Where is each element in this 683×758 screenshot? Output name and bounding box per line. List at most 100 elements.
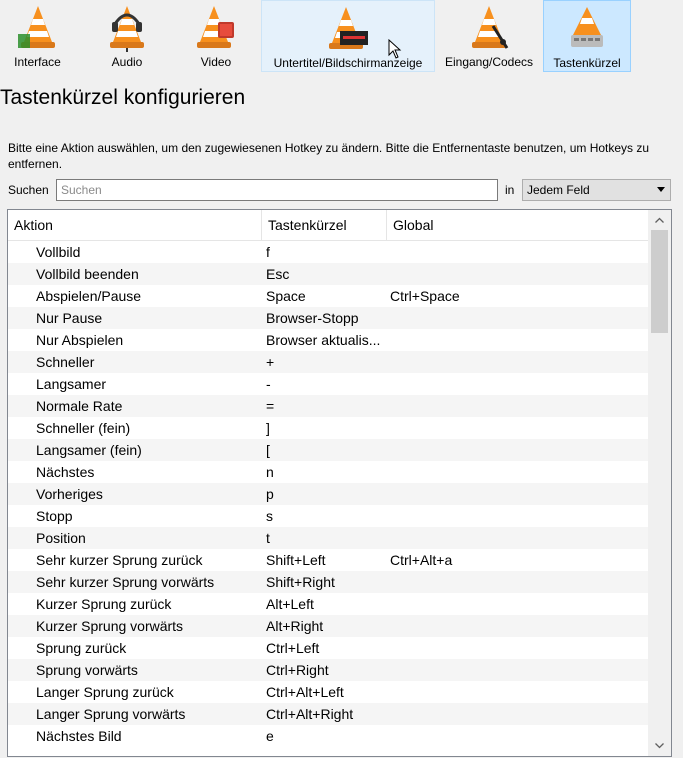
scrollbar-thumb[interactable]: [651, 230, 668, 333]
row-action: Nächstes Bild: [36, 728, 122, 744]
row-hotkey: [: [266, 442, 270, 458]
table-row[interactable]: Sprung vorwärts Ctrl+Right: [8, 659, 648, 681]
tab-hotkeys[interactable]: Tastenkürzel: [543, 0, 631, 72]
tab-input-codecs[interactable]: Eingang/Codecs: [438, 0, 540, 72]
row-hotkey: =: [266, 398, 275, 414]
chevron-down-icon: [655, 743, 664, 749]
row-hotkey: Ctrl+Alt+Right: [266, 706, 354, 722]
row-global: [390, 263, 640, 285]
table-row[interactable]: Langsamer -: [8, 373, 648, 395]
table-row[interactable]: Vorheriges p: [8, 483, 648, 505]
row-hotkey: Browser-Stopp: [266, 310, 359, 326]
table-row[interactable]: Stopp s: [8, 505, 648, 527]
table-row[interactable]: Position t: [8, 527, 648, 549]
row-hotkey: -: [266, 376, 271, 392]
row-global: [390, 439, 640, 461]
table-row[interactable]: Sehr kurzer Sprung vorwärts Shift+Right: [8, 571, 648, 593]
row-hotkey: n: [266, 464, 274, 480]
tab-subtitles-osd[interactable]: Untertitel/Bildschirmanzeige: [261, 0, 435, 72]
scroll-up-button[interactable]: [648, 210, 671, 230]
row-global: [390, 329, 640, 351]
row-global: [390, 351, 640, 373]
table-body: Vollbild f Vollbild beenden Esc Abspielen/Pa…: [8, 241, 648, 747]
row-hotkey: Space: [266, 288, 306, 304]
row-action: Langsamer (fein): [36, 442, 142, 458]
column-header-action[interactable]: Aktion: [8, 210, 261, 240]
column-header-global[interactable]: Global: [386, 210, 648, 240]
row-global: [390, 373, 640, 395]
row-global: Ctrl+Space: [390, 288, 460, 304]
row-hotkey: Ctrl+Left: [266, 640, 320, 656]
tab-interface-label: Interface: [14, 55, 61, 69]
row-action: Abspielen/Pause: [36, 288, 142, 304]
table-row[interactable]: Schneller +: [8, 351, 648, 373]
row-global: [390, 505, 640, 527]
row-global: [390, 637, 640, 659]
table-row[interactable]: Nächstes n: [8, 461, 648, 483]
table-row[interactable]: Abspielen/Pause Space Ctrl+Space: [8, 285, 648, 307]
video-cone-icon: [197, 6, 234, 48]
row-action: Normale Rate: [36, 398, 123, 414]
chevron-down-icon: [657, 187, 665, 192]
row-hotkey: Shift+Right: [266, 574, 335, 590]
tab-interface[interactable]: Interface: [0, 0, 75, 72]
row-hotkey: Esc: [266, 266, 290, 282]
instruction-text: Bitte eine Aktion auswählen, um den zuge…: [8, 141, 650, 171]
row-hotkey: +: [266, 354, 275, 370]
row-global: [390, 307, 640, 329]
tab-video-label: Video: [200, 55, 232, 69]
tab-audio[interactable]: Audio: [88, 0, 166, 72]
row-hotkey: f: [266, 244, 270, 260]
row-global: [390, 681, 640, 703]
row-action: Langer Sprung zurück: [36, 684, 174, 700]
tab-video[interactable]: Video: [178, 0, 254, 72]
search-label: Suchen: [8, 183, 49, 197]
row-global: [390, 483, 640, 505]
row-hotkey: Ctrl+Alt+Left: [266, 684, 344, 700]
search-input[interactable]: [56, 179, 498, 201]
input-codecs-cone-icon: [472, 6, 509, 49]
category-toolbar: Interface Audio Video Untertitel/Bildsch…: [0, 0, 683, 74]
row-action: Langer Sprung vorwärts: [36, 706, 186, 722]
row-action: Vorheriges: [36, 486, 103, 502]
row-action: Schneller: [36, 354, 95, 370]
table-row[interactable]: Kurzer Sprung zurück Alt+Left: [8, 593, 648, 615]
row-action: Kurzer Sprung vorwärts: [36, 618, 184, 634]
row-hotkey: Alt+Right: [266, 618, 324, 634]
row-hotkey: Ctrl+Right: [266, 662, 329, 678]
table-row[interactable]: Vollbild f: [8, 241, 648, 263]
table-row[interactable]: Nur Abspielen Browser aktualis...: [8, 329, 648, 351]
interface-cone-icon: [17, 6, 55, 48]
table-row[interactable]: Kurzer Sprung vorwärts Alt+Right: [8, 615, 648, 637]
vertical-scrollbar[interactable]: [648, 210, 671, 756]
row-action: Vollbild: [36, 244, 81, 260]
row-hotkey: Alt+Left: [266, 596, 314, 612]
row-global: [390, 241, 640, 263]
row-global: [390, 593, 640, 615]
scroll-down-button[interactable]: [648, 736, 671, 756]
hotkeys-cone-icon: [571, 7, 603, 47]
table-row[interactable]: Sehr kurzer Sprung zurück Shift+Left Ctrl+…: [8, 549, 648, 571]
column-header-hotkey[interactable]: Tastenkürzel: [261, 210, 386, 240]
row-global: [390, 461, 640, 483]
tab-input-codecs-label: Eingang/Codecs: [444, 55, 534, 69]
table-row[interactable]: Schneller (fein)]: [8, 417, 648, 439]
table-row[interactable]: Nächstes Bild e: [8, 725, 648, 747]
hotkey-table[interactable]: Aktion Tastenkürzel Global Vollbild f Voll…: [7, 209, 672, 757]
search-field-select[interactable]: Jedem Feld: [522, 179, 671, 201]
row-action: Vollbild beenden: [36, 266, 139, 282]
table-row[interactable]: Langer Sprung zurück Ctrl+Alt+Left: [8, 681, 648, 703]
row-global: [390, 571, 640, 593]
table-row[interactable]: Sprung zurück Ctrl+Left: [8, 637, 648, 659]
tab-subtitles-osd-label: Untertitel/Bildschirmanzeige: [273, 56, 423, 70]
table-row[interactable]: Vollbild beenden Esc: [8, 263, 648, 285]
row-global: Ctrl+Alt+a: [390, 552, 453, 568]
table-row[interactable]: Langsamer (fein) [: [8, 439, 648, 461]
row-global: [390, 527, 640, 549]
table-row[interactable]: Nur Pause Browser-Stopp: [8, 307, 648, 329]
row-hotkey: Shift+Left: [266, 552, 326, 568]
table-row[interactable]: Langer Sprung vorwärts Ctrl+Alt+Right: [8, 703, 648, 725]
table-row[interactable]: Normale Rate =: [8, 395, 648, 417]
row-hotkey: s: [266, 508, 273, 524]
row-hotkey: e: [266, 728, 274, 744]
